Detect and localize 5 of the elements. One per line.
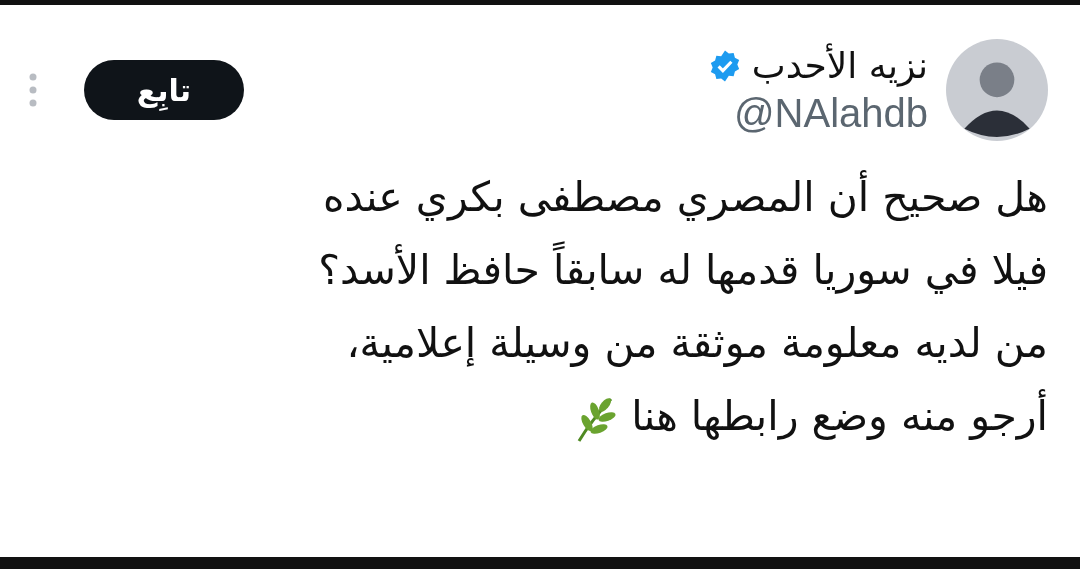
- more-options-icon[interactable]: [28, 72, 38, 108]
- follow-button[interactable]: تابِع: [84, 60, 244, 120]
- tweet-text: هل صحيح أن المصري مصطفى بكري عنده فيلا في سوريا قدمها له سابقاً حافظ الأسد؟ من لديه معلومة موثقة من وسيلة إعلامية، أرجو منه وضع رابطها هنا: [30, 161, 1048, 453]
- author-name[interactable]: نزيه الأحدب: [751, 43, 928, 88]
- author-handle[interactable]: @NAlahdb: [262, 91, 928, 137]
